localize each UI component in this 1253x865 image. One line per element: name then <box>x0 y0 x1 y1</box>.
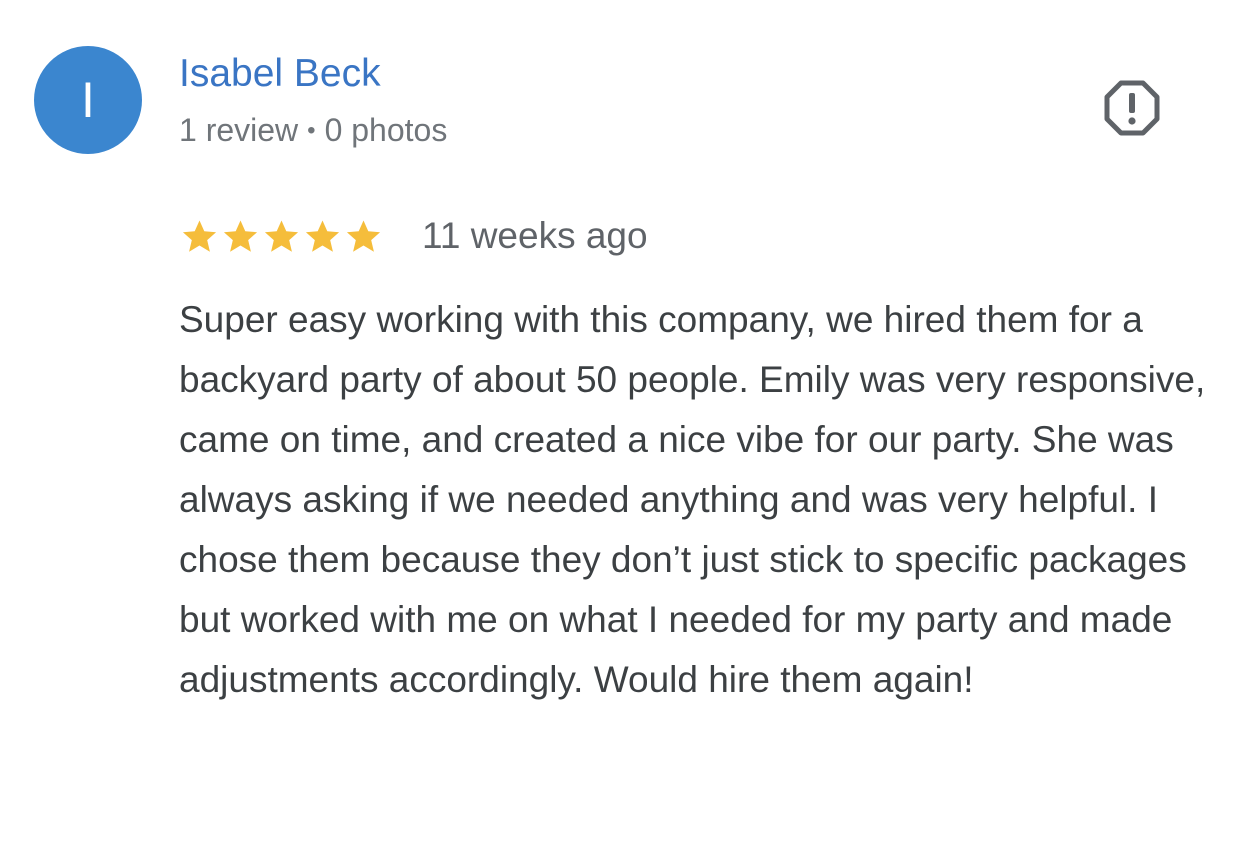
photo-count: 0 photos <box>324 112 448 148</box>
review-date: 11 weeks ago <box>422 215 648 256</box>
report-review-button[interactable] <box>1102 78 1162 138</box>
avatar-letter: I <box>81 72 95 128</box>
review-count: 1 review <box>179 112 299 148</box>
star-icon <box>302 216 343 257</box>
reviewer-name-link[interactable]: Isabel Beck <box>179 50 381 98</box>
review-text: Super easy working with this company, we… <box>179 299 1206 700</box>
star-icon <box>261 216 302 257</box>
rating-row: 11 weeks ago <box>179 210 648 262</box>
star-icon <box>179 216 220 257</box>
reviewer-meta: 1 review • 0 photos <box>179 110 447 151</box>
meta-separator: • <box>307 117 316 144</box>
report-octagon-icon <box>1104 80 1160 136</box>
star-rating <box>179 216 384 257</box>
star-icon <box>343 216 384 257</box>
star-icon <box>220 216 261 257</box>
avatar[interactable]: I <box>34 46 142 154</box>
